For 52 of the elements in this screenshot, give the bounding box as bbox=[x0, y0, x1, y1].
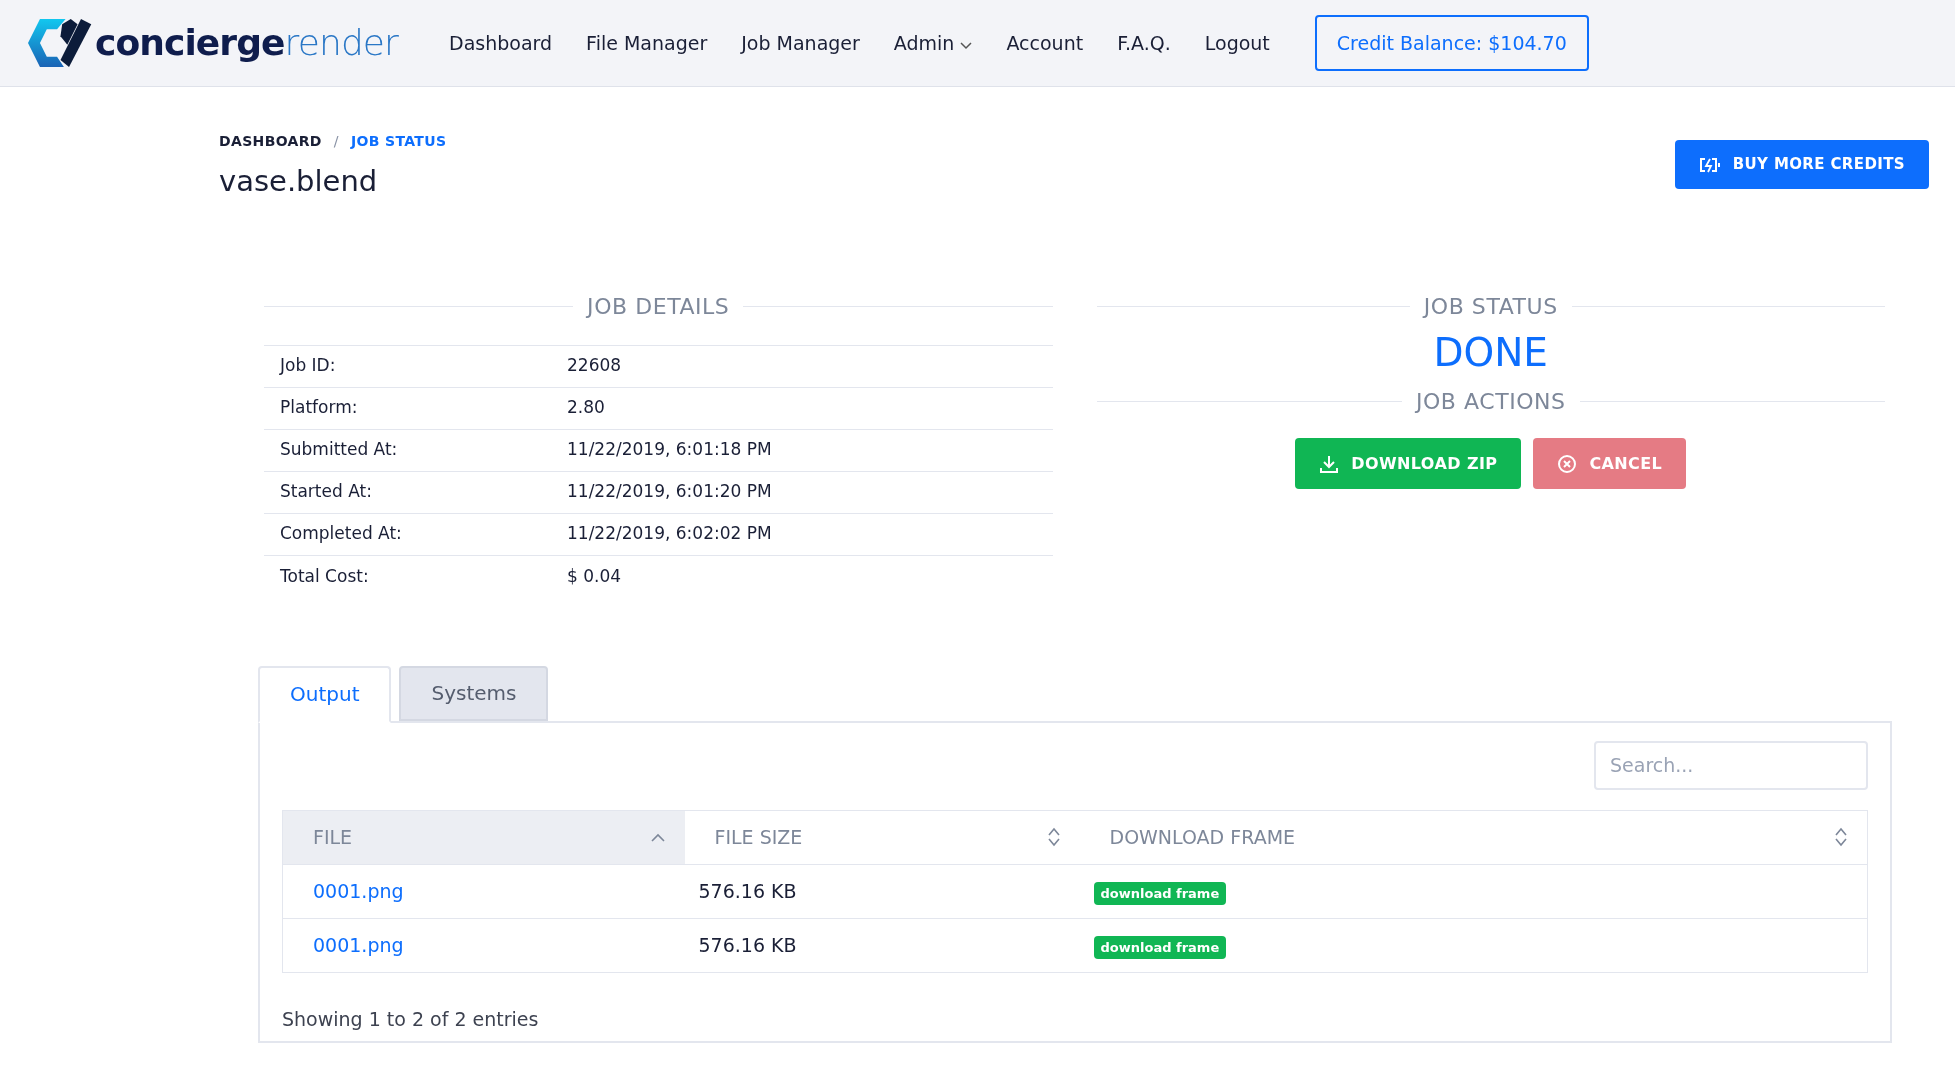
detail-label: Platform: bbox=[279, 396, 359, 420]
download-frame-button[interactable]: download frame bbox=[1093, 881, 1227, 906]
detail-value: 22608 bbox=[567, 354, 622, 378]
sort-icon bbox=[1047, 827, 1060, 847]
download-zip-button[interactable]: DOWNLOAD ZIP bbox=[1295, 438, 1522, 490]
detail-value: 11/22/2019, 6:01:20 PM bbox=[567, 480, 772, 504]
table-cell: 576.16 KB bbox=[684, 864, 1080, 918]
nav-link[interactable]: File Manager bbox=[575, 28, 719, 58]
file-link[interactable]: 0001.png bbox=[313, 933, 404, 956]
detail-value: 11/22/2019, 6:01:18 PM bbox=[567, 438, 772, 462]
column-header[interactable]: FILE SIZE bbox=[714, 822, 803, 852]
detail-value: 11/22/2019, 6:02:02 PM bbox=[567, 522, 772, 546]
detail-label: Submitted At: bbox=[279, 438, 399, 462]
nav-link[interactable]: Admin bbox=[882, 28, 984, 58]
column-header[interactable]: DOWNLOAD FRAME bbox=[1109, 822, 1296, 852]
search-field[interactable]: Search... bbox=[1594, 740, 1868, 790]
download-frame-button[interactable]: download frame bbox=[1093, 935, 1227, 960]
table-cell: 576.16 KB bbox=[684, 918, 1080, 972]
detail-label: Started At: bbox=[279, 480, 373, 504]
section-heading: JOB ACTIONS bbox=[1415, 388, 1566, 417]
detail-label: Total Cost: bbox=[279, 564, 370, 588]
tab[interactable]: Output bbox=[258, 665, 392, 723]
credit-balance-button[interactable]: Credit Balance: $104.70 bbox=[1314, 15, 1589, 71]
page-title: vase.blend bbox=[219, 163, 379, 200]
nav-link[interactable]: Logout bbox=[1193, 28, 1281, 58]
nav-link[interactable]: Account bbox=[995, 28, 1095, 58]
detail-label: Job ID: bbox=[278, 354, 337, 378]
column-header[interactable]: FILE bbox=[313, 822, 353, 852]
breadcrumb-link[interactable]: DASHBOARD bbox=[219, 131, 322, 152]
logo-text[interactable]: conciergerender bbox=[94, 25, 398, 61]
detail-label: Completed At: bbox=[279, 522, 403, 546]
nav-link[interactable]: Job Manager bbox=[730, 28, 871, 58]
detail-value: 2.80 bbox=[567, 396, 605, 420]
breadcrumb-current: JOB STATUS bbox=[350, 132, 447, 151]
entries-info: Showing 1 to 2 of 2 entries bbox=[282, 1006, 540, 1032]
sort-icon bbox=[1835, 827, 1847, 847]
job-status-text: DONE bbox=[1433, 328, 1548, 377]
nav-link[interactable]: F.A.Q. bbox=[1106, 28, 1182, 58]
nav-link[interactable]: Dashboard bbox=[438, 28, 564, 58]
close-circle-icon bbox=[1557, 453, 1578, 474]
sort-ascending-icon bbox=[650, 832, 665, 842]
battery-charge-icon bbox=[1698, 156, 1721, 173]
detail-value: $ 0.04 bbox=[567, 564, 622, 588]
section-heading: JOB DETAILS bbox=[587, 292, 730, 321]
breadcrumb-separator: / bbox=[333, 132, 339, 151]
buy-credits-button[interactable]: BUY MORE CREDITS bbox=[1674, 140, 1929, 189]
download-icon bbox=[1319, 453, 1340, 474]
file-link[interactable]: 0001.png bbox=[313, 879, 404, 902]
tab[interactable]: Systems bbox=[399, 665, 549, 721]
section-heading: JOB STATUS bbox=[1423, 292, 1558, 321]
chevron-down-icon bbox=[960, 42, 973, 50]
cancel-button[interactable]: CANCEL bbox=[1533, 438, 1687, 490]
